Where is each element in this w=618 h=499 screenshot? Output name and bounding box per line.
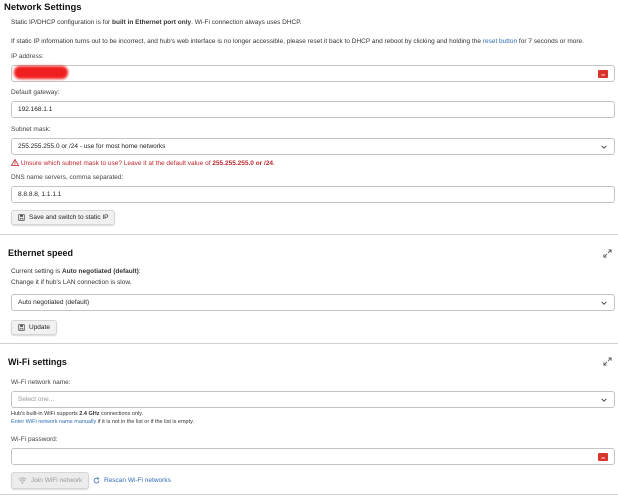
network-settings-title: Network Settings xyxy=(4,2,82,13)
wifi-network-select[interactable]: Select one... xyxy=(11,391,615,408)
dns-input[interactable]: 8.8.8.8, 1.1.1.1 xyxy=(11,186,615,203)
refresh-icon xyxy=(93,477,100,484)
redaction-mark xyxy=(14,66,68,79)
save-icon xyxy=(18,214,25,221)
ip-address-input[interactable]: ••• xyxy=(11,65,615,82)
ethernet-hint: Change it if hub's LAN connection is slo… xyxy=(11,279,132,286)
password-manager-icon[interactable]: ••• xyxy=(598,453,608,461)
collapse-icon[interactable] xyxy=(603,249,612,258)
chevron-down-icon xyxy=(601,145,607,149)
section-divider xyxy=(0,343,618,344)
warning-icon xyxy=(10,158,20,166)
wifi-manual-entry-text: Enter WiFi network name manually if it i… xyxy=(11,419,194,425)
join-wifi-button[interactable]: Join WiFi network xyxy=(11,472,90,489)
default-gateway-label: Default gateway: xyxy=(11,89,60,96)
save-static-ip-button[interactable]: Save and switch to static IP xyxy=(11,210,116,225)
wifi-network-name-label: Wi-Fi network name: xyxy=(11,379,71,386)
reset-note-text: If static IP information turns out to be… xyxy=(11,38,584,45)
reset-button-link[interactable]: reset button xyxy=(483,38,517,45)
default-gateway-input[interactable]: 192.168.1.1 xyxy=(11,101,615,118)
ip-address-label: IP address: xyxy=(11,53,44,60)
wifi-password-label: Wi-Fi password: xyxy=(11,436,58,443)
subnet-mask-label: Subnet mask: xyxy=(11,126,51,133)
password-manager-icon[interactable]: ••• xyxy=(598,70,608,78)
section-divider xyxy=(0,494,618,495)
rescan-wifi-button[interactable]: Rescan Wi-Fi networks xyxy=(93,477,171,484)
ethernet-current-setting: Current setting is Auto negotiated (defa… xyxy=(11,268,141,275)
ethernet-speed-title: Ethernet speed xyxy=(8,248,74,258)
network-intro-text: Static IP/DHCP configuration is for buil… xyxy=(11,19,302,26)
update-button[interactable]: Update xyxy=(11,320,57,335)
ethernet-speed-select[interactable]: Auto negotiated (default) xyxy=(11,294,615,311)
save-icon xyxy=(18,324,25,331)
manual-entry-link[interactable]: Enter WiFi network name manually xyxy=(11,419,96,425)
dns-label: DNS name servers, comma separated: xyxy=(11,174,124,181)
chevron-down-icon xyxy=(601,301,607,305)
collapse-icon[interactable] xyxy=(603,357,612,366)
subnet-warning: Unsure which subnet mask to use? Leave i… xyxy=(10,158,275,167)
wifi-icon xyxy=(18,477,27,484)
wifi-password-input[interactable]: ••• xyxy=(11,448,615,465)
wifi-settings-title: Wi-Fi settings xyxy=(8,357,67,367)
subnet-mask-select[interactable]: 255.255.255.0 or /24 - use for most home… xyxy=(11,138,615,155)
wifi-support-text: Hub's built-in WiFi supports 2.4 GHz con… xyxy=(11,411,144,417)
section-divider xyxy=(0,234,618,235)
chevron-down-icon xyxy=(601,398,607,402)
